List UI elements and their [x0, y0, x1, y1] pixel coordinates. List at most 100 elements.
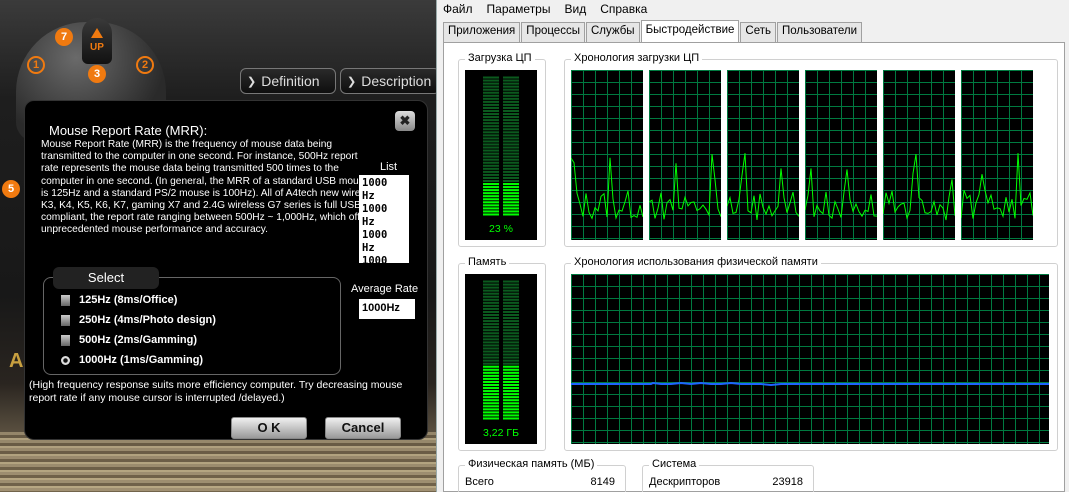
tab-processes[interactable]: Процессы [521, 22, 585, 42]
meter-segment [503, 368, 519, 371]
meter-segment [503, 353, 519, 356]
option-250hz[interactable]: 250Hz (4ms/Photo design) [61, 311, 216, 329]
average-rate-label: Average Rate [351, 283, 419, 295]
meter-segment [503, 103, 519, 106]
meter-segment [503, 128, 519, 131]
meter-segment [503, 332, 519, 335]
meter-segment [503, 402, 519, 405]
memory-title: Память [465, 256, 510, 268]
mrr-description: Mouse Report Rate (MRR) is the frequency… [41, 139, 375, 236]
meter-segment [503, 405, 519, 408]
meter-segment [503, 380, 519, 383]
physical-memory-title: Физическая память (МБ) [465, 458, 598, 470]
meter-segment [503, 283, 519, 286]
meter-segment [503, 371, 519, 374]
tab-applications[interactable]: Приложения [443, 22, 521, 42]
meter-segment [503, 106, 519, 109]
system-title: Система [649, 458, 700, 470]
meter-segment [503, 408, 519, 411]
meter-segment [483, 411, 499, 414]
meter-segment [483, 103, 499, 106]
meter-segment [503, 146, 519, 149]
meter-segment [503, 164, 519, 167]
list-item: 1000 Hz [362, 255, 388, 280]
meter-segment [483, 189, 499, 192]
physical-memory-stats: Всего 8149 [465, 476, 615, 490]
cpu-usage-title: Загрузка ЦП [465, 52, 535, 64]
hotspot-1[interactable]: 1 [27, 56, 45, 74]
radio-unchecked-icon[interactable] [61, 334, 70, 346]
tab-users[interactable]: Пользователи [777, 22, 863, 42]
option-label: 1000Hz (1ms/Gamming) [79, 354, 204, 366]
meter-segment [503, 161, 519, 164]
tab-services[interactable]: Службы [585, 22, 640, 42]
meter-segment [503, 323, 519, 326]
option-1000hz[interactable]: 1000Hz (1ms/Gamming) [61, 351, 203, 369]
meter-segment [503, 176, 519, 179]
menu-options[interactable]: Параметры [487, 2, 551, 16]
hotspot-7[interactable]: 7 [55, 28, 73, 46]
cpu-history-group: Хронология загрузки ЦП [564, 52, 1058, 247]
meter-segment [503, 387, 519, 390]
description-tab-label: Description [361, 73, 432, 89]
menu-file[interactable]: Файл [443, 2, 473, 16]
meter-segment [503, 201, 519, 204]
option-500hz[interactable]: 500Hz (2ms/Gamming) [61, 331, 197, 349]
meter-segment [483, 158, 499, 161]
meter-segment [483, 286, 499, 289]
meter-segment [503, 170, 519, 173]
radio-unchecked-icon[interactable] [61, 314, 70, 326]
meter-segment [503, 131, 519, 134]
cpu-usage-value: 23 % [489, 223, 513, 235]
meter-segment [503, 195, 519, 198]
menu-view[interactable]: Вид [564, 2, 586, 16]
meter-segment [503, 365, 519, 368]
stat-value: 8149 [590, 476, 615, 488]
hotspot-2[interactable]: 2 [136, 56, 154, 74]
meter-segment [483, 161, 499, 164]
close-button[interactable]: ✖ [395, 111, 415, 131]
meter-segment [483, 359, 499, 362]
definition-tab[interactable]: ❯ Definition [240, 68, 336, 94]
ok-button[interactable]: O K [231, 417, 307, 439]
menu-help[interactable]: Справка [600, 2, 647, 16]
meter-segment [483, 304, 499, 307]
meter-segment [503, 173, 519, 176]
meter-segment [483, 128, 499, 131]
hotspot-3[interactable]: 3 [88, 65, 106, 83]
description-tab[interactable]: ❯ Description [340, 68, 436, 94]
tab-performance[interactable]: Быстродействие [640, 20, 740, 42]
tab-network[interactable]: Сеть [740, 22, 776, 42]
option-125hz[interactable]: 125Hz (8ms/Office) [61, 291, 177, 309]
meter-segment [483, 183, 499, 186]
hotspot-5[interactable]: 5 [2, 180, 20, 198]
meter-segment [483, 383, 499, 387]
chevron-down-icon: ❯ [347, 75, 357, 88]
meter-segment [483, 122, 499, 125]
system-group: Система Дескрипторов 23918 [642, 458, 814, 492]
meter-segment [503, 134, 519, 137]
meter-segment [483, 125, 499, 128]
chevron-down-icon: ❯ [247, 75, 257, 88]
meter-segment [483, 313, 499, 317]
meter-segment [483, 106, 499, 109]
cancel-button[interactable]: Cancel [325, 417, 401, 439]
rate-list[interactable]: 1000 Hz 1000 Hz 1000 Hz 1000 Hz 1000 Hz [359, 175, 409, 306]
radio-checked-icon[interactable] [61, 355, 70, 365]
meter-segment [483, 109, 499, 113]
meter-segment [503, 122, 519, 125]
meter-segment [483, 402, 499, 405]
meter-segment [483, 116, 499, 119]
meter-segment [483, 131, 499, 134]
up-button[interactable]: UP [82, 18, 112, 64]
meter-segment [483, 140, 499, 143]
meter-segment [503, 186, 519, 189]
meter-segment [483, 88, 499, 91]
radio-unchecked-icon[interactable] [61, 294, 70, 306]
cpu-core-graph [571, 70, 643, 240]
meter-segment [503, 377, 519, 380]
cpu-usage-group: Загрузка ЦП 23 % [458, 52, 546, 247]
meter-segment [483, 167, 499, 170]
meter-segment [503, 167, 519, 170]
meter-segment [483, 76, 499, 79]
